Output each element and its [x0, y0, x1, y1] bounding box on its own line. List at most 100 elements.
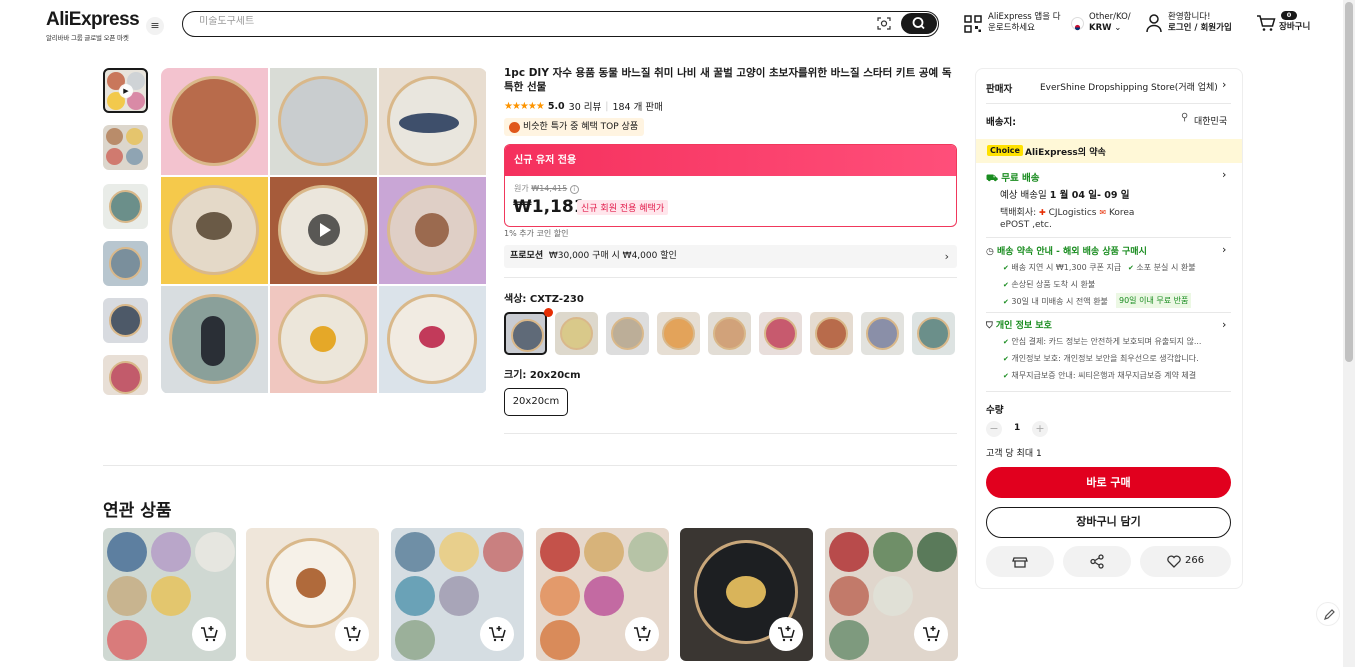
promo-text: ₩30,000 구매 시 ₩4,000 할인: [548, 251, 677, 261]
cart-label[interactable]: 장바구니: [1279, 22, 1310, 33]
search-bar: [182, 11, 939, 37]
star-rating-icon: ★★★★★: [504, 100, 545, 112]
color-swatch[interactable]: [555, 312, 598, 355]
color-swatch[interactable]: [657, 312, 700, 355]
review-count[interactable]: 30 리뷰: [569, 99, 602, 113]
search-button[interactable]: [901, 13, 937, 34]
divider: [504, 433, 957, 434]
privacy-row[interactable]: ⛉ 개인 정보 보호: [986, 318, 1052, 331]
product-thumbnail[interactable]: ▶: [103, 68, 148, 113]
related-product-card[interactable]: [391, 528, 524, 661]
seller-name[interactable]: EverShine Dropshipping Store(거래 업체): [1040, 80, 1218, 93]
main-product-image[interactable]: [161, 68, 487, 394]
product-thumbnail[interactable]: [103, 125, 148, 170]
add-to-cart-button[interactable]: [335, 617, 369, 651]
feedback-button[interactable]: [1316, 602, 1340, 626]
ship-to-country[interactable]: 대한민국: [1194, 114, 1227, 127]
wishlist-count: 266: [1185, 555, 1205, 566]
check-icon: ✔: [1003, 338, 1009, 346]
coin-discount-note: 1% 추가 코인 할인: [504, 229, 569, 238]
app-download-link[interactable]: AliExpress 앱을 다 운로드하세요: [988, 12, 1061, 34]
user-icon[interactable]: [1146, 13, 1162, 33]
color-swatch[interactable]: [504, 312, 547, 355]
product-thumbnail[interactable]: [103, 184, 148, 229]
clock-icon: ◷: [986, 247, 994, 257]
location-pin-icon: ⚲: [1181, 112, 1189, 123]
add-to-cart-button[interactable]: [914, 617, 948, 651]
korea-post-logo-icon: ✉: [1099, 208, 1107, 217]
quantity-decrease-button[interactable]: −: [986, 421, 1002, 437]
play-video-button[interactable]: [308, 214, 340, 246]
color-swatch[interactable]: [912, 312, 955, 355]
divider: |: [605, 100, 609, 112]
play-icon: ▶: [119, 84, 133, 98]
scrollbar-thumb[interactable]: [1345, 2, 1353, 362]
divider: [986, 237, 1231, 238]
play-icon: [320, 223, 331, 237]
quantity-increase-button[interactable]: +: [1032, 421, 1048, 437]
related-product-card[interactable]: [536, 528, 669, 661]
store-button[interactable]: [986, 546, 1054, 577]
wishlist-button[interactable]: 266: [1140, 546, 1231, 577]
size-option[interactable]: 20x20cm: [504, 388, 568, 416]
color-swatch[interactable]: [606, 312, 649, 355]
top-deal-tag[interactable]: 비슷한 특가 중 혜택 TOP 상품: [504, 118, 645, 136]
add-to-cart-button[interactable]: [625, 617, 659, 651]
currency: KRW: [1089, 23, 1112, 33]
add-to-cart-button[interactable]: [769, 617, 803, 651]
share-icon: [1090, 554, 1104, 569]
search-input[interactable]: [199, 16, 839, 27]
divider: [986, 312, 1231, 313]
sale-price: ₩1,181: [513, 197, 586, 217]
scrollbar[interactable]: [1343, 0, 1355, 667]
aliexpress-logo[interactable]: AliExpress 알리바바 그룹 글로벌 오픈 마켓: [46, 9, 140, 42]
color-swatch[interactable]: [861, 312, 904, 355]
cart-icon[interactable]: [1256, 14, 1276, 32]
logo-text: AliExpress: [46, 9, 140, 30]
promo-label: 프로모션: [510, 251, 544, 261]
quantity-value[interactable]: 1: [1014, 423, 1020, 433]
app-line2: 운로드하세요: [988, 23, 1035, 33]
login-link[interactable]: 환영합니다! 로그인 / 회원가입: [1168, 12, 1232, 34]
cart-plus-icon: [201, 626, 218, 642]
add-to-cart-button[interactable]: 장바구니 담기: [986, 507, 1231, 538]
product-thumbnail[interactable]: [103, 355, 148, 395]
eta-value: 1 월 04 일- 09 일: [1049, 190, 1130, 201]
camera-search-icon[interactable]: [877, 17, 891, 30]
related-product-card[interactable]: [680, 528, 813, 661]
chevron-down-icon: ⌄: [1114, 23, 1122, 33]
privacy-item: ✔ 채무지급보증 안내: 씨티은행과 채무지급보증 계약 체결: [1003, 370, 1196, 381]
free-shipping-row[interactable]: ⛟ 무료 배송: [986, 170, 1040, 185]
color-swatch[interactable]: [708, 312, 751, 355]
add-to-cart-button[interactable]: [480, 617, 514, 651]
product-thumbnail[interactable]: [103, 298, 148, 343]
choice-tag: Choice: [987, 145, 1023, 156]
menu-icon[interactable]: ≡: [146, 17, 164, 35]
heart-icon: [1167, 555, 1181, 568]
share-button[interactable]: [1063, 546, 1131, 577]
delivery-promise-row[interactable]: ◷ 배송 약속 안내 - 해외 배송 상품 구매시: [986, 244, 1147, 257]
region-selector[interactable]: Other/KO/ KRW ⌄: [1089, 12, 1131, 34]
pencil-icon: [1324, 609, 1335, 620]
check-icon: ✔: [1003, 281, 1009, 289]
privacy-title: 개인 정보 보호: [995, 321, 1052, 331]
delivery-item-4: 30일 내 미배송 시 전액 환불: [1011, 297, 1108, 306]
info-icon[interactable]: i: [569, 185, 579, 194]
divider: [986, 391, 1231, 392]
qr-code-icon[interactable]: [964, 15, 982, 33]
origin-price-value: ₩14,415: [531, 184, 568, 193]
delivery-item: ✔ 30일 내 미배송 시 전액 환불: [1003, 296, 1108, 307]
related-product-card[interactable]: [103, 528, 236, 661]
color-swatch[interactable]: [810, 312, 853, 355]
add-to-cart-button[interactable]: [192, 617, 226, 651]
promotion-bar[interactable]: 프로모션 ₩30,000 구매 시 ₩4,000 할인 ›: [504, 245, 957, 268]
color-swatch[interactable]: [759, 312, 802, 355]
related-product-card[interactable]: [246, 528, 379, 661]
check-icon: ✔: [1003, 372, 1009, 380]
app-line1: AliExpress 앱을 다: [988, 12, 1061, 22]
store-icon: [1012, 557, 1028, 568]
rating-row[interactable]: ★★★★★ 5.0 30 리뷰 | 184 개 판매: [504, 99, 663, 114]
buy-now-button[interactable]: 바로 구매: [986, 467, 1231, 498]
related-product-card[interactable]: [825, 528, 958, 661]
product-thumbnail[interactable]: [103, 241, 148, 286]
